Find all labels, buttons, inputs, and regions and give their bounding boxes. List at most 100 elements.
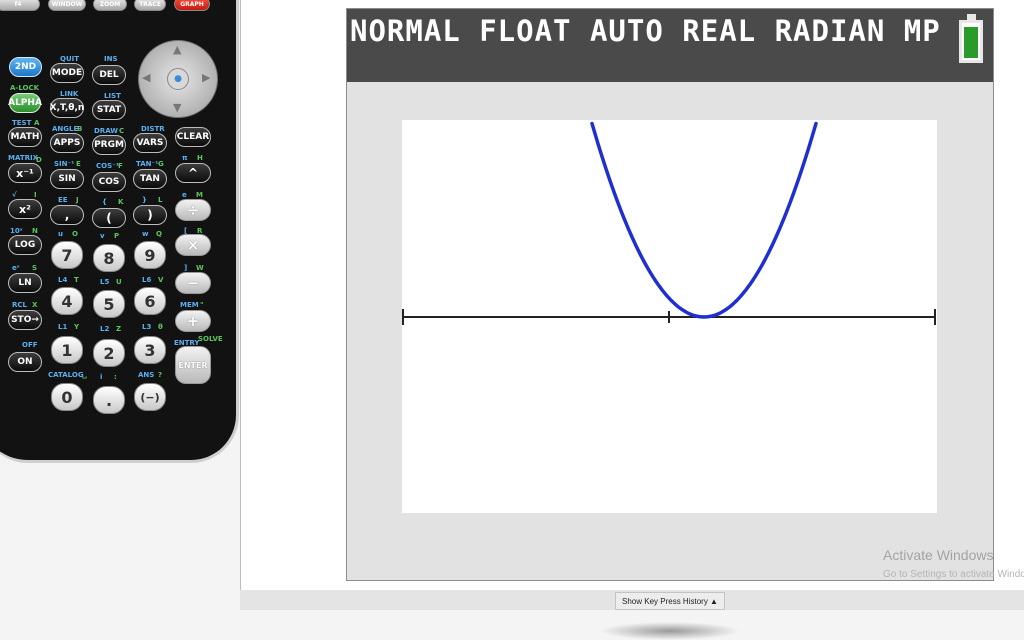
on-key[interactable]: ON	[8, 352, 42, 372]
sin-key[interactable]: SIN	[50, 169, 84, 189]
graph-area	[402, 120, 937, 513]
status-bar: NORMAL FLOAT AUTO REAL RADIAN MP	[347, 9, 993, 82]
catalog-label: CATALOG	[48, 371, 84, 379]
list-label: LIST	[104, 92, 121, 100]
six-key[interactable]: 6	[134, 287, 166, 315]
graph-key[interactable]: GRAPH	[174, 0, 210, 11]
clear-key[interactable]: CLEAR	[175, 127, 211, 147]
a-lock-label: A-LOCK	[10, 84, 40, 92]
apps-key[interactable]: APPS	[50, 133, 84, 153]
right-brace-l-label: L	[158, 196, 163, 204]
parabola-curve	[590, 121, 818, 319]
eight-key[interactable]: 8	[93, 244, 125, 272]
sin-inverse-e-label: E	[76, 160, 81, 168]
multiply-key[interactable]: ×	[175, 234, 211, 256]
arrow-right-icon[interactable]: ▶	[202, 71, 210, 84]
tan-inverse-g-label: G	[158, 160, 164, 168]
show-key-press-history-button[interactable]: Show Key Press History ▲	[615, 592, 725, 610]
ans-q-label: ?	[158, 371, 163, 379]
prgm-key[interactable]: PRGM	[92, 135, 126, 155]
xtthetan-key[interactable]: X,T,θ,n	[50, 98, 84, 118]
pi-h-label: H	[197, 154, 203, 162]
w-q-label: Q	[156, 230, 162, 238]
arrow-down-icon[interactable]: ▼	[173, 101, 181, 114]
i-label: i	[100, 373, 103, 381]
del-key[interactable]: DEL	[92, 65, 126, 85]
inverse-key[interactable]: x⁻¹	[8, 163, 42, 183]
arrow-left-icon[interactable]: ◀	[142, 71, 150, 84]
math-key[interactable]: MATH	[8, 127, 42, 147]
left-brace-k-label: K	[118, 198, 124, 206]
second-key[interactable]: 2ND	[9, 57, 42, 77]
sqrt-label: √	[12, 191, 17, 199]
alpha-key[interactable]: ALPHA	[8, 93, 42, 113]
trace-key[interactable]: TRACE	[134, 0, 166, 11]
angle-b-label: B	[77, 125, 83, 133]
comma-key[interactable]: ,	[50, 205, 84, 225]
angle-label: ANGLE	[52, 125, 79, 133]
cos-key[interactable]: COS	[92, 172, 126, 192]
l2-label: L2	[100, 325, 110, 333]
battery-level	[964, 27, 978, 58]
zoom-key[interactable]: ZOOM	[93, 0, 127, 11]
vars-key[interactable]: VARS	[133, 133, 167, 153]
ins-label: INS	[104, 55, 118, 63]
w-label: w	[142, 230, 149, 238]
distr-label: DISTR	[141, 125, 165, 133]
pi-label: π	[182, 154, 188, 162]
five-key[interactable]: 5	[93, 290, 125, 318]
solve-label: SOLVE	[198, 335, 223, 343]
log-key[interactable]: LOG	[8, 235, 42, 255]
shadow	[600, 622, 740, 640]
mode-status-text: NORMAL FLOAT AUTO REAL RADIAN MP	[350, 14, 941, 48]
ln-key[interactable]: LN	[8, 273, 42, 293]
two-key[interactable]: 2	[93, 339, 125, 367]
one-key[interactable]: 1	[51, 336, 83, 364]
square-key[interactable]: x²	[8, 199, 42, 219]
three-key[interactable]: 3	[134, 336, 166, 364]
stat-key[interactable]: STAT	[92, 100, 126, 120]
e-power-label: eˣ	[12, 264, 20, 272]
divide-key[interactable]: ÷	[175, 199, 211, 221]
right-bracket-w-label: W	[196, 264, 204, 272]
cos-inverse-label: COS⁻¹	[96, 162, 119, 170]
plus-key[interactable]: +	[175, 310, 211, 332]
arrow-up-icon[interactable]: ▲	[173, 43, 181, 56]
i-colon-label: :	[114, 373, 117, 381]
store-key[interactable]: STO→	[8, 310, 42, 330]
activate-windows-title: Activate Windows	[883, 547, 994, 563]
quit-label: QUIT	[60, 55, 80, 63]
power-key[interactable]: ^	[175, 163, 211, 183]
left-paren-key[interactable]: (	[92, 208, 126, 228]
activate-windows-subtitle: Go to Settings to activate Windows.	[883, 569, 1024, 580]
mode-key[interactable]: MODE	[50, 63, 84, 83]
l3-label: L3	[142, 323, 152, 331]
cos-inverse-f-label: F	[118, 162, 123, 170]
draw-label: DRAW	[94, 127, 119, 135]
decimal-key[interactable]: .	[93, 386, 125, 414]
e-m-label: M	[196, 191, 203, 199]
nine-key[interactable]: 9	[134, 241, 166, 269]
seven-key[interactable]: 7	[51, 241, 83, 269]
matrix-label: MATRIX	[8, 154, 39, 162]
matrix-d-label: D	[36, 156, 42, 164]
left-brace-label: {	[102, 198, 107, 206]
tan-key[interactable]: TAN	[133, 169, 167, 189]
enter-key[interactable]: ENTER	[175, 346, 211, 384]
arrow-pad[interactable]: ▲ ▼ ◀ ▶ ●	[138, 40, 218, 118]
pad-center-icon: ●	[167, 68, 189, 90]
rcl-x-label: X	[32, 301, 38, 309]
window-key[interactable]: WINDOW	[48, 0, 86, 11]
zero-key[interactable]: 0	[51, 383, 83, 411]
mem-label: MEM	[180, 301, 199, 309]
ee-label: EE	[58, 196, 68, 204]
ten-power-label: 10ˣ	[10, 227, 23, 235]
minus-key[interactable]: −	[175, 272, 211, 294]
ans-label: ANS	[138, 371, 155, 379]
test-a-label: A	[34, 119, 40, 127]
right-paren-key[interactable]: )	[133, 205, 167, 225]
four-key[interactable]: 4	[51, 287, 83, 315]
rcl-label: RCL	[12, 301, 27, 309]
f4-key[interactable]: f4	[0, 0, 40, 11]
negative-key[interactable]: (−)	[134, 383, 166, 411]
